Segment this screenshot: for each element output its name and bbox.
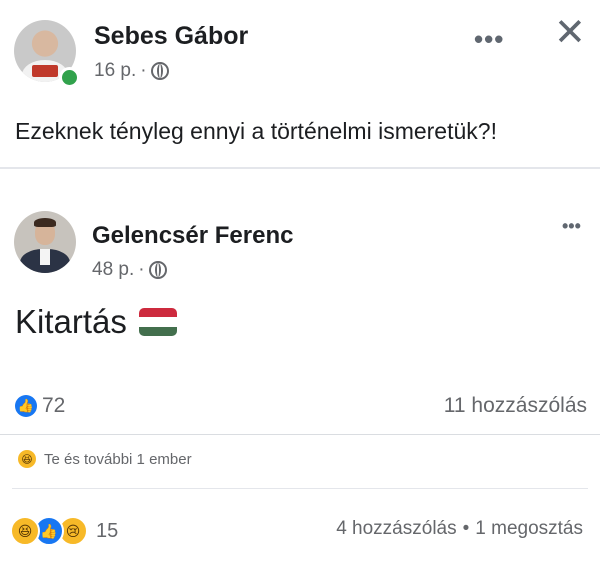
reacted-label: Te és további 1 ember xyxy=(44,450,192,468)
globe-icon xyxy=(150,62,169,80)
shared-post-text: Kitartás xyxy=(15,303,177,341)
reacted-people[interactable]: 😆 Te és további 1 ember xyxy=(18,450,192,468)
shared-post-time[interactable]: 48 p. xyxy=(92,259,134,281)
flag-stripe-green xyxy=(138,326,177,336)
divider xyxy=(0,167,600,169)
shared-post-meta: 48 p. · xyxy=(92,259,167,281)
avatar-hair xyxy=(34,218,56,227)
post-text: Ezeknek tényleg ennyi a történelmi ismer… xyxy=(15,118,497,144)
avatar-collar xyxy=(40,249,50,265)
reaction-count: 15 xyxy=(96,519,119,542)
haha-icon: 😆 xyxy=(18,450,36,468)
shared-author-name[interactable]: Gelencsér Ferenc xyxy=(92,222,293,250)
haha-icon: 😆 xyxy=(10,516,40,546)
comments-link[interactable]: 4 hozzászólás xyxy=(336,518,456,540)
divider xyxy=(12,488,588,489)
post-reactions[interactable]: 😆 👍 😢 15 xyxy=(10,516,118,546)
like-icon: 👍 xyxy=(15,395,37,417)
online-status-icon xyxy=(59,67,80,88)
close-icon[interactable]: ✕ xyxy=(554,14,586,52)
flag-stripe-white xyxy=(138,317,177,327)
meta-separator: · xyxy=(138,259,145,280)
shared-text-content: Kitartás xyxy=(15,303,127,340)
shared-likes-count: 72 xyxy=(42,394,66,417)
globe-icon xyxy=(148,261,167,279)
shared-comments-link[interactable]: 11 hozzászólás xyxy=(444,394,587,418)
more-options-icon[interactable]: ••• xyxy=(474,24,504,55)
post-meta: 16 p. · xyxy=(94,60,169,82)
divider xyxy=(0,434,600,435)
flag-stripe-red xyxy=(138,308,177,318)
post-time[interactable]: 16 p. xyxy=(94,60,136,82)
stats-separator: • xyxy=(462,518,470,539)
shared-likes[interactable]: 👍 72 xyxy=(15,394,65,418)
meta-separator: · xyxy=(140,60,147,81)
hungarian-flag-icon xyxy=(138,308,177,336)
shared-author-avatar[interactable] xyxy=(14,211,76,273)
avatar-shirt-print xyxy=(32,65,58,77)
author-name[interactable]: Sebes Gábor xyxy=(94,22,248,51)
shared-more-options-icon[interactable]: ••• xyxy=(562,216,581,237)
shares-link[interactable]: 1 megosztás xyxy=(475,518,583,540)
post-stats: 4 hozzászólás • 1 megosztás xyxy=(336,518,583,540)
